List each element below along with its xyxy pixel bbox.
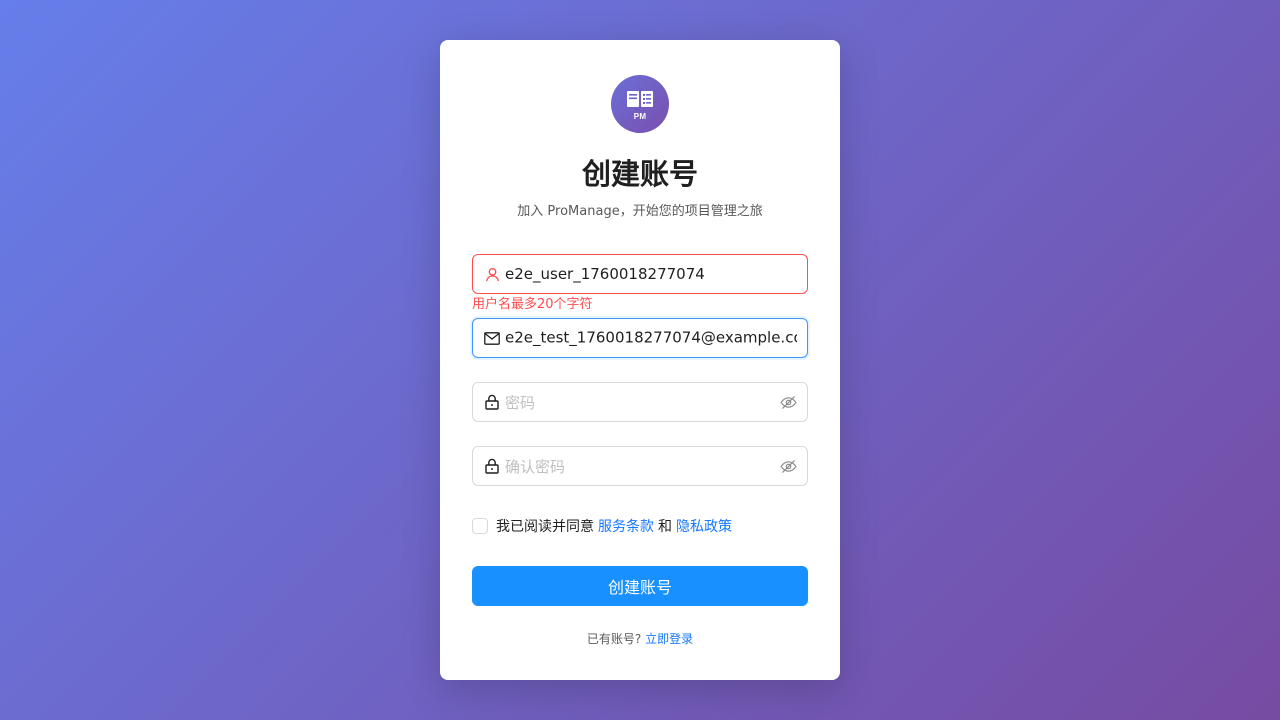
username-field[interactable]: e2e_user_1760018277074: [472, 254, 808, 294]
password-field[interactable]: 密码: [472, 382, 808, 422]
lock-icon: [484, 394, 500, 410]
page-subtitle: 加入 ProManage，开始您的项目管理之旅: [517, 204, 763, 219]
agreement-text: 我已阅读并同意: [496, 519, 594, 535]
password-input[interactable]: 密码: [505, 392, 779, 413]
eye-off-icon[interactable]: [779, 457, 797, 475]
app-logo: PM: [611, 75, 669, 133]
terms-link[interactable]: 服务条款: [598, 516, 654, 536]
email-input[interactable]: e2e_test_1760018277074@example.com: [505, 328, 797, 348]
username-input[interactable]: e2e_user_1760018277074: [505, 265, 797, 283]
register-card: PM 创建账号 加入 ProManage，开始您的项目管理之旅 e2e_user…: [440, 40, 840, 680]
logo-text: PM: [633, 111, 647, 121]
email-value: e2e_test_1760018277074@example.com: [505, 328, 797, 347]
agreement-checkbox[interactable]: [472, 518, 488, 534]
login-link[interactable]: 立即登录: [645, 632, 693, 646]
agreement-row: 我已阅读并同意 服务条款 和 隐私政策: [472, 516, 736, 536]
username-error: 用户名最多20个字符: [472, 297, 593, 312]
lock-icon: [484, 458, 500, 474]
book-icon: [627, 90, 653, 107]
confirm-password-field[interactable]: 确认密码: [472, 446, 808, 486]
confirm-password-input[interactable]: 确认密码: [505, 456, 779, 477]
page-title: 创建账号: [581, 157, 698, 191]
email-field[interactable]: e2e_test_1760018277074@example.com: [472, 318, 808, 358]
privacy-link[interactable]: 隐私政策: [676, 516, 732, 536]
eye-off-icon[interactable]: [779, 393, 797, 411]
create-account-button[interactable]: 创建账号: [472, 566, 808, 606]
user-icon: [484, 266, 500, 282]
login-prompt: 已有账号? 立即登录: [440, 630, 840, 648]
login-prompt-text: 已有账号?: [586, 632, 642, 646]
agreement-and: 和: [658, 519, 672, 535]
mail-icon: [484, 330, 500, 346]
